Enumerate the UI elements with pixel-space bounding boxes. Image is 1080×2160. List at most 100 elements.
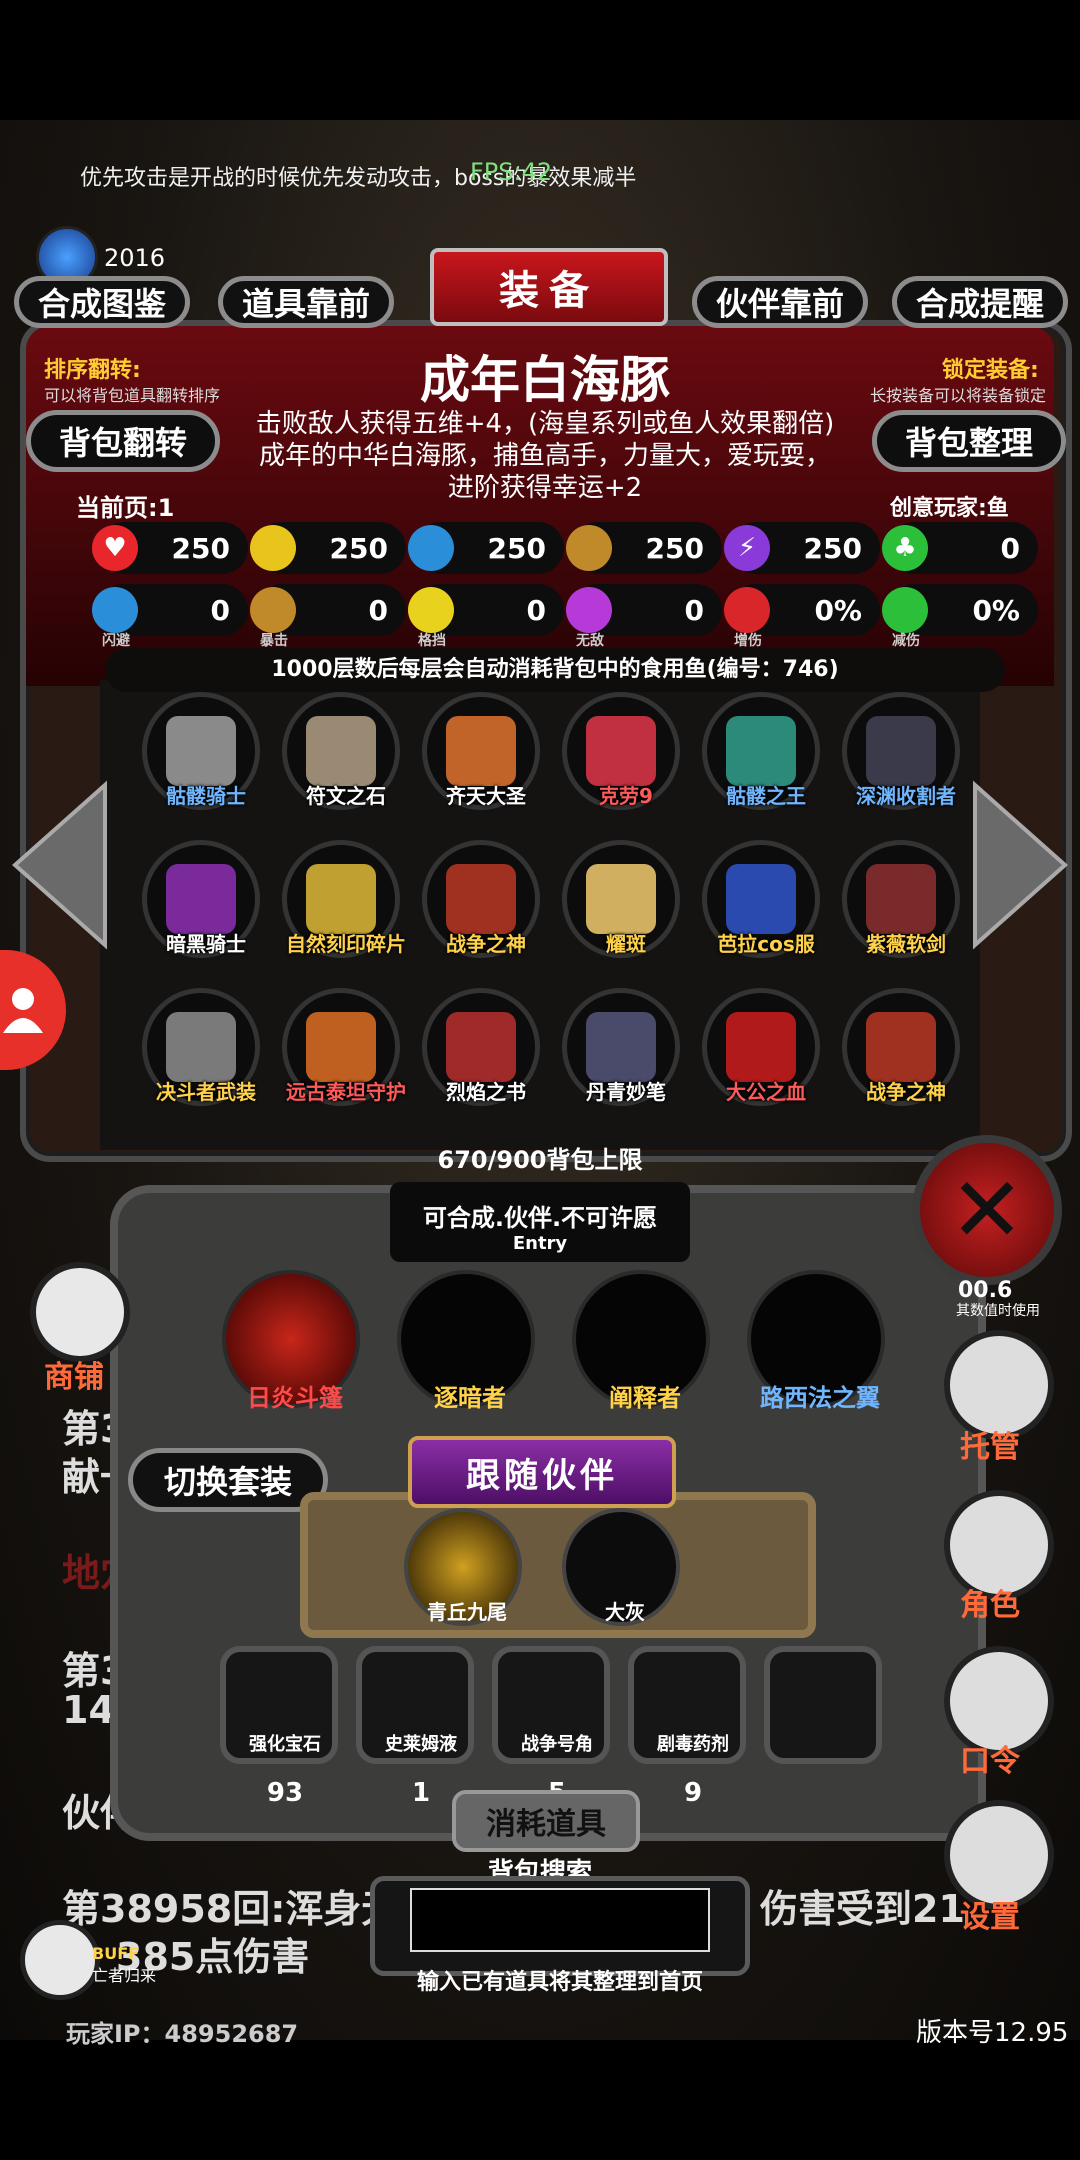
inventory-slot[interactable]: 深渊收割者 bbox=[842, 692, 960, 810]
stat-luck: ♣ 0 bbox=[882, 522, 1038, 574]
item-sprite bbox=[166, 716, 236, 786]
lock-label: 锁定装备: bbox=[942, 358, 1039, 383]
item-description: 击败敌人获得五维+4，(海皇系列或鱼人效果翻倍)成年的中华白海豚，捕鱼高手，力量… bbox=[255, 409, 835, 503]
stat-strength: 250 bbox=[250, 522, 406, 574]
buff-sub: 亡者归来 bbox=[92, 1966, 157, 1985]
entry-banner: 可合成.伙伴.不可许愿 Entry bbox=[390, 1182, 690, 1262]
prev-page-arrow-icon[interactable] bbox=[10, 780, 110, 950]
item-sprite bbox=[586, 1012, 656, 1082]
skull-icon[interactable] bbox=[20, 1920, 100, 2000]
consumable-slot[interactable]: 强化宝石 93 bbox=[220, 1646, 338, 1808]
switch-set-button[interactable]: 切换套装 bbox=[128, 1448, 328, 1512]
item-sprite bbox=[446, 864, 516, 934]
item-sprite bbox=[866, 716, 936, 786]
close-button[interactable]: ✕ bbox=[912, 1135, 1062, 1285]
stat-defense: 250 bbox=[408, 522, 564, 574]
status-bar-area bbox=[0, 0, 1080, 120]
currency-value: 2016 bbox=[104, 244, 166, 272]
tab-items-first[interactable]: 道具靠前 bbox=[218, 276, 394, 328]
inventory-slot[interactable]: 丹青妙笔 bbox=[562, 988, 680, 1106]
log-line: 伤害受到21 bbox=[760, 1887, 965, 1931]
auto-consume-note: 1000层数后每层会自动消耗背包中的食用鱼(编号：746) bbox=[105, 648, 1005, 692]
crit-icon bbox=[250, 587, 296, 633]
fps-counter: FPS:42 bbox=[470, 158, 553, 186]
tab-compendium[interactable]: 合成图鉴 bbox=[14, 276, 190, 328]
heart-icon: ♥ bbox=[92, 525, 138, 571]
helmet-icon bbox=[408, 525, 454, 571]
follow-partner-title: 跟随伙伴 bbox=[408, 1436, 676, 1508]
inventory-slot[interactable]: 耀斑 bbox=[562, 840, 680, 958]
side-label: 托管 bbox=[960, 1430, 1020, 1465]
side-label: 设置 bbox=[960, 1900, 1020, 1935]
strength-icon bbox=[250, 525, 296, 571]
inventory-slot[interactable]: 紫薇软剑 bbox=[842, 840, 960, 958]
invincible-icon bbox=[566, 587, 612, 633]
inventory-slot[interactable]: 齐天大圣 bbox=[422, 692, 540, 810]
bag-flip-button[interactable]: 背包翻转 bbox=[26, 410, 220, 472]
inventory-slot[interactable]: 战争之神 bbox=[422, 840, 540, 958]
item-sprite bbox=[166, 864, 236, 934]
item-sprite bbox=[166, 1012, 236, 1082]
equipped-slots: 日炎斗篷 逐暗者 阐释者 路西法之翼 bbox=[222, 1270, 902, 1420]
inventory-slot[interactable]: 克劳9 bbox=[562, 692, 680, 810]
partner-slot[interactable]: 大灰 bbox=[562, 1508, 680, 1626]
inventory-grid: 骷髅骑士 符文之石 齐天大圣 克劳9 骷髅之王 深渊收割者 暗黑骑士 自然刻印碎… bbox=[142, 692, 962, 1142]
inventory-slot[interactable]: 暗黑骑士 bbox=[142, 840, 260, 958]
item-sprite bbox=[306, 1012, 376, 1082]
equipped-slot[interactable]: 阐释者 bbox=[572, 1270, 710, 1412]
item-sprite bbox=[306, 864, 376, 934]
inventory-slot[interactable]: 决斗者武装 bbox=[142, 988, 260, 1106]
sort-label: 排序翻转: bbox=[44, 358, 141, 383]
item-name: 成年白海豚 bbox=[420, 351, 670, 409]
stats-row-2: 0 闪避 0 暴击 0 格挡 0 无敌 0% 增伤 0% 减伤 bbox=[92, 584, 1058, 649]
equipped-slot[interactable]: 逐暗者 bbox=[397, 1270, 535, 1412]
partner-slot[interactable]: 青丘九尾 bbox=[404, 1508, 522, 1626]
bag-search-hint: 输入已有道具将其整理到首页 bbox=[416, 1970, 703, 1995]
stats-row-1: ♥ 250 250 250 250 ⚡ 250 ♣ 0 bbox=[92, 522, 1058, 578]
version-label: 版本号12.95 bbox=[916, 2018, 1069, 2048]
stat-crit: 0 暴击 bbox=[250, 584, 406, 649]
consumable-slot[interactable]: 剧毒药剂 9 bbox=[628, 1646, 746, 1808]
top-tip: 优先攻击是开战的时候优先发动攻击，boss的暴效果减半 bbox=[80, 166, 637, 191]
damage-down-icon bbox=[882, 587, 928, 633]
user-icon bbox=[3, 988, 43, 1033]
page-indicator: 当前页:1 bbox=[76, 494, 175, 522]
bag-sort-button[interactable]: 背包整理 bbox=[872, 410, 1066, 472]
lock-note: 长按装备可以将装备锁定 bbox=[870, 386, 1047, 405]
lightning-icon: ⚡ bbox=[724, 525, 770, 571]
item-sprite bbox=[446, 716, 516, 786]
bag-search-input[interactable] bbox=[410, 1888, 710, 1952]
buff-label: BUFF bbox=[92, 1944, 140, 1963]
tab-partner-first[interactable]: 伙伴靠前 bbox=[692, 276, 868, 328]
equipped-slot[interactable]: 路西法之翼 bbox=[747, 1270, 885, 1412]
inventory-slot[interactable]: 芭拉cos服 bbox=[702, 840, 820, 958]
inventory-slot[interactable]: 战争之神 bbox=[842, 988, 960, 1106]
item-sprite bbox=[726, 716, 796, 786]
consumable-slot[interactable]: 史莱姆液 1 bbox=[356, 1646, 474, 1808]
creator-label: 创意玩家:鱼 bbox=[890, 496, 1009, 521]
inventory-slot[interactable]: 符文之石 bbox=[282, 692, 400, 810]
inventory-slot[interactable]: 烈焰之书 bbox=[422, 988, 540, 1106]
inventory-slot[interactable]: 骷髅之王 bbox=[702, 692, 820, 810]
inventory-slot[interactable]: 远古泰坦守护 bbox=[282, 988, 406, 1106]
side-label: 角色 bbox=[960, 1588, 1020, 1623]
inventory-slot[interactable]: 大公之血 bbox=[702, 988, 820, 1106]
dodge-icon bbox=[92, 587, 138, 633]
consumable-slot[interactable]: 战争号角5 bbox=[492, 1646, 610, 1808]
shop-icon[interactable] bbox=[30, 1262, 130, 1362]
inventory-slot[interactable]: 自然刻印碎片 bbox=[282, 840, 406, 958]
item-sprite bbox=[306, 716, 376, 786]
shop-label: 商铺 bbox=[44, 1360, 104, 1395]
player-ip: 玩家IP：48952687 bbox=[66, 2020, 299, 2048]
damage-up-icon bbox=[724, 587, 770, 633]
nav-bar-area bbox=[0, 2040, 1080, 2160]
log-line: 第38958回:浑身无 bbox=[62, 1887, 400, 1931]
stat-invincible: 0 无敌 bbox=[566, 584, 722, 649]
sword-icon bbox=[566, 525, 612, 571]
equipped-slot[interactable]: 日炎斗篷 bbox=[222, 1270, 360, 1412]
consume-items-button[interactable]: 消耗道具 bbox=[452, 1790, 640, 1852]
inventory-slot[interactable]: 骷髅骑士 bbox=[142, 692, 260, 810]
stat-damage-up: 0% 增伤 bbox=[724, 584, 880, 649]
consumable-slot-empty[interactable] bbox=[764, 1646, 882, 1764]
tab-compose-remind[interactable]: 合成提醒 bbox=[892, 276, 1068, 328]
